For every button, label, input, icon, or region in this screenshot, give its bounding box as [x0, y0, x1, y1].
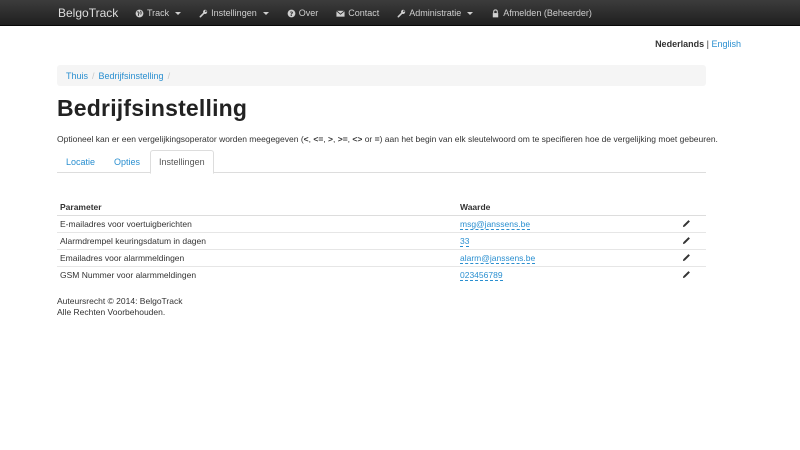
nav-contact-label: Contact — [348, 8, 380, 18]
envelope-icon — [336, 9, 346, 18]
top-navbar: BelgoTrack Track Instellingen ? Over Con… — [0, 0, 800, 26]
nav-administratie[interactable]: Administratie — [388, 0, 482, 26]
value-cell: alarm@janssens.be — [457, 249, 667, 267]
wrench-icon — [199, 9, 208, 18]
editable-value[interactable]: 023456789 — [460, 270, 503, 282]
tab-opties[interactable]: Opties — [105, 150, 149, 173]
editable-value[interactable]: 33 — [460, 236, 470, 247]
nav-contact[interactable]: Contact — [327, 0, 388, 26]
page-description: Optioneel kan er een vergelijkingsoperat… — [57, 134, 718, 144]
footer: Auteursrecht © 2014: BelgoTrack Alle Rec… — [57, 296, 182, 318]
settings-table: Parameter Waarde E-mailadres voor voertu… — [57, 199, 706, 284]
parameter-cell: Emailadres voor alarmmeldingen — [57, 249, 457, 267]
header-parameter: Parameter — [57, 199, 457, 216]
table-row: Emailadres voor alarmmeldingen alarm@jan… — [57, 249, 706, 267]
settings-tabs: Locatie Opties Instellingen — [57, 150, 706, 174]
pencil-icon[interactable] — [682, 253, 691, 262]
nav-over[interactable]: ? Over — [278, 0, 328, 26]
breadcrumb-divider: / — [92, 70, 95, 81]
value-cell: 33 — [457, 232, 667, 250]
parameter-cell: Alarmdrempel keuringsdatum in dagen — [57, 232, 457, 250]
nav-administratie-label: Administratie — [409, 8, 462, 18]
operator-neq: <> — [352, 134, 363, 144]
table-row: E-mailadres voor voertuigberichten msg@j… — [57, 215, 706, 233]
value-cell: msg@janssens.be — [457, 215, 667, 233]
language-english-link[interactable]: English — [711, 39, 741, 49]
main-nav: Track Instellingen ? Over Contact Admini… — [126, 0, 601, 26]
edit-cell — [667, 232, 706, 250]
lock-icon — [491, 8, 500, 18]
table-row: GSM Nummer voor alarmmeldingen 023456789 — [57, 266, 706, 284]
language-separator: | — [706, 39, 709, 49]
breadcrumb-home[interactable]: Thuis — [66, 71, 88, 81]
breadcrumb-bedrijfsinstelling[interactable]: Bedrijfsinstelling — [99, 71, 164, 81]
nav-instellingen-label: Instellingen — [211, 8, 257, 18]
editable-value[interactable]: alarm@janssens.be — [460, 253, 536, 264]
editable-value[interactable]: msg@janssens.be — [460, 219, 531, 230]
header-waarde: Waarde — [457, 199, 667, 216]
operator-lte: <= — [313, 134, 324, 144]
nav-track-label: Track — [147, 8, 170, 18]
edit-cell — [667, 249, 706, 267]
chevron-down-icon — [262, 11, 269, 15]
breadcrumb: Thuis / Bedrijfsinstelling / — [57, 65, 706, 86]
breadcrumb-divider: / — [167, 70, 171, 81]
table-header-row: Parameter Waarde — [57, 199, 706, 216]
parameter-cell: GSM Nummer voor alarmmeldingen — [57, 266, 457, 284]
nav-instellingen[interactable]: Instellingen — [190, 0, 278, 26]
edit-cell — [667, 215, 706, 233]
operator-gte: >= — [337, 134, 348, 144]
brand-logo[interactable]: BelgoTrack — [58, 0, 118, 26]
description-text: Optioneel kan er een vergelijkingsoperat… — [57, 134, 304, 144]
wrench-icon — [397, 9, 406, 18]
chevron-down-icon — [175, 11, 182, 15]
nav-afmelden-label: Afmelden (Beheerder) — [503, 8, 592, 18]
language-switcher: Nederlands | English — [655, 39, 741, 49]
page-title: Bedrijfsinstelling — [57, 95, 248, 121]
chevron-down-icon — [467, 11, 474, 15]
language-active: Nederlands — [655, 39, 705, 49]
header-edit — [667, 199, 706, 216]
parameter-cell: E-mailadres voor voertuigberichten — [57, 215, 457, 233]
pencil-icon[interactable] — [682, 236, 691, 245]
nav-afmelden[interactable]: Afmelden (Beheerder) — [482, 0, 601, 26]
footer-copyright: Auteursrecht © 2014: BelgoTrack — [57, 296, 183, 306]
question-icon: ? — [287, 9, 296, 18]
tab-instellingen[interactable]: Instellingen — [150, 150, 214, 174]
nav-over-label: Over — [298, 8, 319, 18]
svg-text:?: ? — [289, 10, 293, 17]
footer-rights: Alle Rechten Voorbehouden. — [57, 307, 166, 317]
value-cell: 023456789 — [457, 266, 667, 284]
nav-track[interactable]: Track — [126, 0, 190, 26]
description-text: ) aan het begin van elk sleutelwoord om … — [379, 134, 718, 144]
table-row: Alarmdrempel keuringsdatum in dagen 33 — [57, 232, 706, 250]
pencil-icon[interactable] — [682, 270, 691, 279]
globe-icon — [135, 9, 144, 18]
edit-cell — [667, 266, 706, 284]
description-text: or — [362, 134, 375, 144]
pencil-icon[interactable] — [682, 219, 691, 228]
tab-locatie[interactable]: Locatie — [57, 150, 104, 173]
